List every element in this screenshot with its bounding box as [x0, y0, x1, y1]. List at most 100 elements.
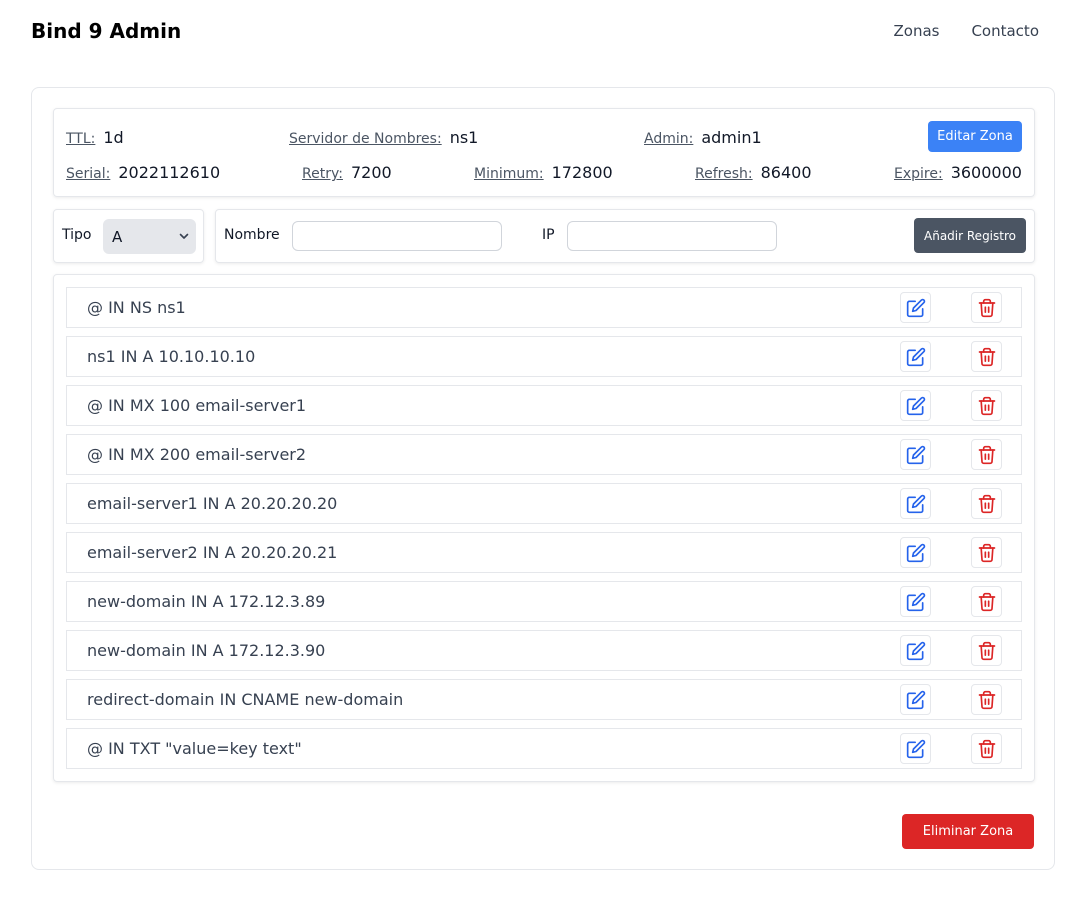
refresh-field: Refresh: 86400 [695, 163, 812, 182]
retry-label: Retry: [302, 166, 343, 182]
minimum-label: Minimum: [474, 166, 544, 182]
edit-record-button[interactable] [900, 635, 931, 666]
trash-icon [978, 739, 995, 758]
edit-record-button[interactable] [900, 390, 931, 421]
delete-record-button[interactable] [971, 684, 1002, 715]
ip-input[interactable] [567, 221, 777, 251]
edit-icon [906, 543, 925, 562]
delete-record-button[interactable] [971, 341, 1002, 372]
trash-icon [978, 641, 995, 660]
edit-record-button[interactable] [900, 439, 931, 470]
delete-zone-button[interactable]: Eliminar Zona [902, 814, 1034, 849]
add-record-button[interactable]: Añadir Registro [914, 218, 1026, 253]
record-row: email-server1 IN A 20.20.20.20 [66, 483, 1022, 524]
record-text: @ IN MX 200 email-server2 [87, 445, 307, 464]
trash-icon [978, 690, 995, 709]
admin-field: Admin: admin1 [644, 128, 762, 147]
edit-record-button[interactable] [900, 733, 931, 764]
edit-record-button[interactable] [900, 488, 931, 519]
record-text: new-domain IN A 172.12.3.89 [87, 592, 326, 611]
record-text: @ IN MX 100 email-server1 [87, 396, 307, 415]
record-type-panel: Tipo A [53, 209, 204, 263]
trash-icon [978, 445, 995, 464]
refresh-value: 86400 [760, 163, 812, 182]
edit-zone-button[interactable]: Editar Zona [928, 121, 1022, 152]
trash-icon [978, 396, 995, 415]
record-text: email-server2 IN A 20.20.20.21 [87, 543, 338, 562]
edit-icon [906, 641, 925, 660]
edit-icon [906, 739, 925, 758]
record-row: email-server2 IN A 20.20.20.21 [66, 532, 1022, 573]
edit-record-button[interactable] [900, 586, 931, 617]
nombre-input[interactable] [292, 221, 502, 251]
record-row: new-domain IN A 172.12.3.89 [66, 581, 1022, 622]
trash-icon [978, 543, 995, 562]
delete-record-button[interactable] [971, 537, 1002, 568]
nav-link-zonas[interactable]: Zonas [893, 22, 939, 40]
delete-record-button[interactable] [971, 488, 1002, 519]
ttl-field: TTL: 1d [66, 128, 124, 147]
trash-icon [978, 347, 995, 366]
record-text: email-server1 IN A 20.20.20.20 [87, 494, 338, 513]
trash-icon [978, 298, 995, 317]
delete-record-button[interactable] [971, 439, 1002, 470]
record-row: ns1 IN A 10.10.10.10 [66, 336, 1022, 377]
trash-icon [978, 494, 995, 513]
record-text: redirect-domain IN CNAME new-domain [87, 690, 404, 709]
record-text: @ IN TXT "value=key text" [87, 739, 302, 758]
nombre-label: Nombre [224, 227, 280, 243]
delete-record-button[interactable] [971, 586, 1002, 617]
record-list: @ IN NS ns1 ns1 IN A 10.10.10.10 @ IN MX… [66, 287, 1022, 777]
trash-icon [978, 592, 995, 611]
edit-icon [906, 347, 925, 366]
edit-icon [906, 494, 925, 513]
expire-value: 3600000 [950, 163, 1022, 182]
edit-record-button[interactable] [900, 684, 931, 715]
edit-icon [906, 396, 925, 415]
zone-info-panel: TTL: 1d Servidor de Nombres: ns1 Admin: … [53, 108, 1035, 197]
serial-value: 2022112610 [118, 163, 221, 182]
edit-icon [906, 592, 925, 611]
delete-record-button[interactable] [971, 292, 1002, 323]
top-nav: Zonas Contacto [893, 22, 1039, 40]
add-record-form: Nombre IP Añadir Registro [215, 209, 1035, 263]
tipo-label: Tipo [62, 227, 92, 243]
expire-field: Expire: 3600000 [894, 163, 1022, 182]
edit-icon [906, 445, 925, 464]
record-row: @ IN MX 100 email-server1 [66, 385, 1022, 426]
app-title: Bind 9 Admin [31, 19, 182, 43]
edit-record-button[interactable] [900, 292, 931, 323]
serial-field: Serial: 2022112610 [66, 163, 220, 182]
minimum-field: Minimum: 172800 [474, 163, 613, 182]
nameserver-field: Servidor de Nombres: ns1 [289, 128, 478, 147]
delete-record-button[interactable] [971, 733, 1002, 764]
record-text: @ IN NS ns1 [87, 298, 186, 317]
retry-field: Retry: 7200 [302, 163, 392, 182]
record-text: new-domain IN A 172.12.3.90 [87, 641, 326, 660]
serial-label: Serial: [66, 166, 111, 182]
edit-icon [906, 298, 925, 317]
ttl-value: 1d [103, 128, 124, 147]
record-row: redirect-domain IN CNAME new-domain [66, 679, 1022, 720]
nameserver-label: Servidor de Nombres: [289, 131, 442, 147]
edit-record-button[interactable] [900, 341, 931, 372]
admin-label: Admin: [644, 131, 694, 147]
record-row: @ IN MX 200 email-server2 [66, 434, 1022, 475]
nav-link-contacto[interactable]: Contacto [971, 22, 1039, 40]
nameserver-value: ns1 [449, 128, 479, 147]
minimum-value: 172800 [551, 163, 613, 182]
edit-icon [906, 690, 925, 709]
chevron-down-icon [179, 233, 189, 239]
ttl-label: TTL: [66, 131, 96, 147]
record-row: new-domain IN A 172.12.3.90 [66, 630, 1022, 671]
ip-label: IP [542, 227, 555, 243]
record-type-value: A [112, 227, 123, 246]
delete-record-button[interactable] [971, 635, 1002, 666]
record-type-select[interactable]: A [103, 219, 196, 254]
refresh-label: Refresh: [695, 166, 753, 182]
edit-record-button[interactable] [900, 537, 931, 568]
record-row: @ IN NS ns1 [66, 287, 1022, 328]
retry-value: 7200 [350, 163, 392, 182]
record-text: ns1 IN A 10.10.10.10 [87, 347, 256, 366]
delete-record-button[interactable] [971, 390, 1002, 421]
